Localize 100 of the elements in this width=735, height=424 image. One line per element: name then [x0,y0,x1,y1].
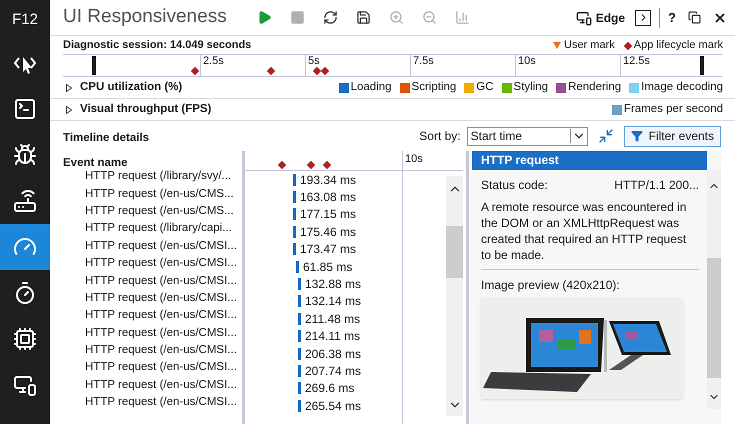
event-name-cell[interactable]: HTTP request (/en-us/CMSI... [85,378,237,393]
section-title: Visual throughput (FPS) [80,102,212,117]
legend-label: GC [476,80,494,95]
scroll-thumb[interactable] [446,226,464,278]
duration-label: 206.38 ms [305,346,362,363]
duration-bar [296,260,299,273]
duration-label: 211.48 ms [305,310,360,328]
duration-bar [298,382,301,394]
scroll-thumb[interactable] [707,258,721,378]
help-button[interactable]: ? [668,8,676,28]
restore-icon[interactable] [688,11,701,24]
range-handle[interactable] [700,56,704,75]
field-value: HTTP/1.1 200... [614,177,699,194]
duration-bar [298,312,301,325]
duration-label: 265.54 ms [305,398,362,415]
ruler-tick-label: 7.5s [413,55,434,67]
duration-bar [298,400,301,412]
console-button[interactable] [635,10,652,26]
timer-icon [13,281,37,305]
duration-label: 173.47 ms [300,241,356,258]
stop-icon [290,10,304,25]
ruler-tick-label: 12.5s [623,55,650,67]
event-name-cell[interactable]: HTTP request (/en-us/CMSI... [85,326,237,341]
sort-label: Sort by: [419,128,461,145]
event-description: A remote resource was encountered in the DOM or an XMLHttpRequest was created that required an HTTP request to be made. [481,199,699,270]
f12-label: F12 [11,10,39,30]
duration-label: 177.15 ms [300,206,356,224]
event-name-header: Event name [63,156,129,168]
close-icon[interactable] [713,10,727,24]
duration-label: 132.88 ms [305,276,362,294]
duration-label: 61.85 ms [303,258,352,276]
lifecycle-mark-icon [266,66,276,76]
time-tick-label: 10s [405,152,423,167]
duration-label: 132.14 ms [305,293,362,310]
tool-title: UI Responsiveness [63,5,228,30]
fit-icon[interactable] [598,128,614,144]
panel-scrollbar[interactable] [707,170,721,409]
event-name-cell[interactable]: HTTP request (/en-us/CMS... [85,186,234,202]
duration-bar [298,295,301,308]
range-handle[interactable] [92,56,96,75]
event-name-cell[interactable]: HTTP request (/library/capi... [85,221,232,236]
event-name-cell[interactable]: HTTP request (/en-us/CMSI... [85,343,237,358]
event-name-cell[interactable]: HTTP request (/en-us/CMSI... [85,256,237,272]
chip-icon [13,327,37,351]
zoom-out-icon [422,10,436,25]
scrollbar[interactable] [446,176,463,416]
lifecycle-mark-icon [190,66,200,76]
event-name-cell[interactable]: HTTP request (/en-us/CMSI... [85,290,237,306]
details-title: Timeline details [63,131,150,146]
duration-bar [293,226,296,238]
session-label: Diagnostic session: 14.049 seconds [63,38,252,54]
filter-events-button[interactable]: Filter events [624,126,721,146]
duration-label: 207.74 ms [305,363,362,380]
legend-label: Loading [350,80,392,95]
event-name-cell[interactable]: HTTP request (/en-us/CMSI... [85,238,237,254]
panel-header: HTTP request [472,151,707,170]
duration-bar [298,278,301,290]
duration-bar [293,174,296,186]
legend-label: Rendering [568,80,622,95]
expand-toggle-icon[interactable] [66,84,72,92]
event-name-cell[interactable]: HTTP request (/en-us/CMS... [85,204,234,219]
duration-label: 193.34 ms [300,172,356,189]
target-dropdown[interactable]: Edge [576,8,626,26]
ruler-tick-label: 10s [518,55,536,67]
router-icon [13,189,37,213]
event-name-cell[interactable]: HTTP request (/en-us/CMSI... [85,395,237,410]
sort-dropdown[interactable]: Start time [466,126,588,146]
legend-label: Scripting [412,80,456,95]
event-name-cell[interactable]: HTTP request (/library/svy/... [85,169,232,184]
duration-bar [298,348,301,360]
duration-label: 175.46 ms [300,224,356,241]
filter-icon [630,130,643,142]
lifecycle-mark-icon [278,160,286,170]
event-name-cell[interactable]: HTTP request (/en-us/CMSI... [85,360,237,376]
ruler-tick-label: 2.5s [203,55,224,67]
save-icon [356,10,370,25]
duration-bar [298,330,301,342]
section-title: CPU utilization (%) [80,80,182,95]
duration-bar [293,191,296,204]
ruler-tick-label: 5s [308,55,320,67]
play-icon [256,10,272,25]
duration-bar [293,243,296,256]
duration-label: 214.11 ms [305,328,360,346]
duration-bar [298,364,301,377]
legend-label: Image decoding [641,80,723,95]
duration-label: 269.6 ms [305,380,354,398]
preview-label: Image preview (420x210): [481,277,621,294]
bug-icon [13,143,37,167]
zoom-in-icon [388,10,404,25]
event-name-cell[interactable]: HTTP request (/en-us/CMSI... [85,308,237,324]
event-name-cell[interactable]: HTTP request (/en-us/CMSI... [85,274,237,289]
expand-toggle-icon[interactable] [66,106,72,114]
field-label: Status code: [481,177,548,194]
monitor-phone-icon [13,373,37,397]
bar-chart-icon [454,10,470,25]
legend-label: App lifecycle mark [634,38,723,54]
refresh-icon [322,10,338,25]
legend-label: User mark [564,38,615,54]
duration-label: 163.08 ms [300,189,356,206]
monitor-phone-icon [576,10,592,26]
